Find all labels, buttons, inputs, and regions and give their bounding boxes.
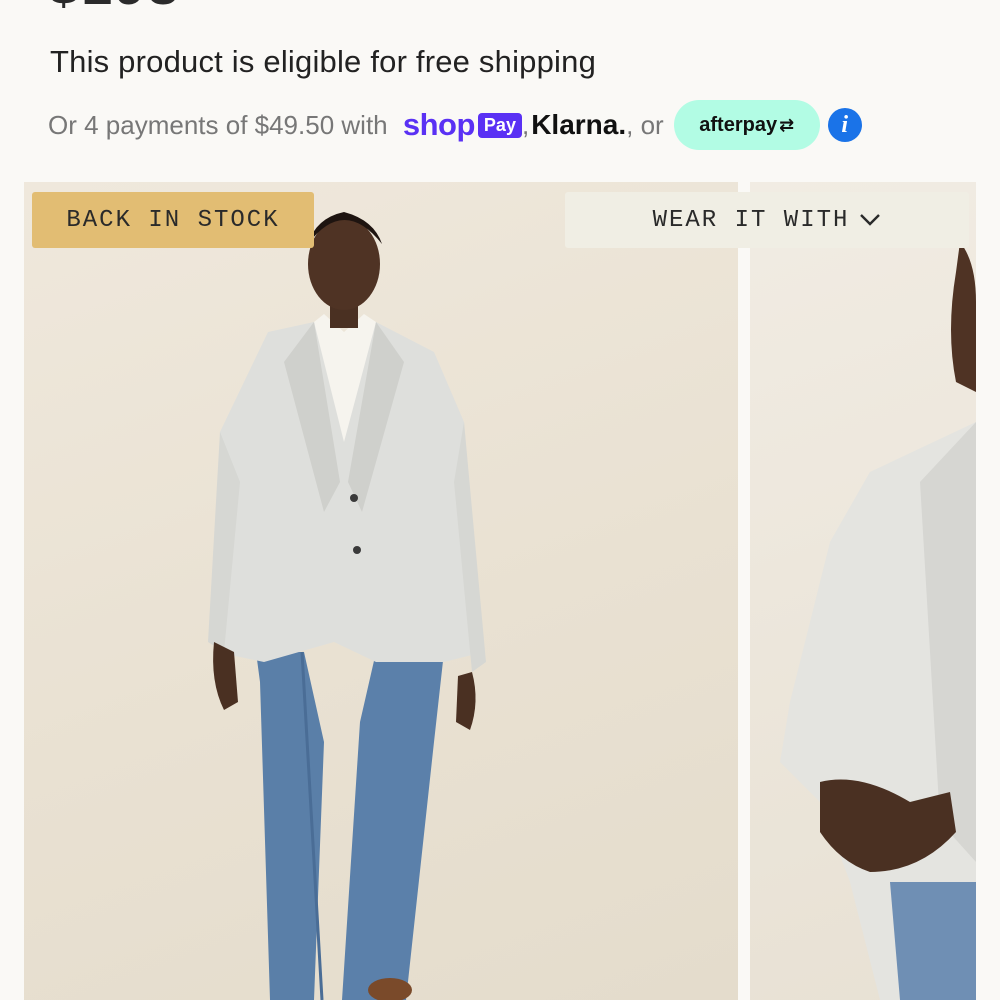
installment-text: Or 4 payments of $49.50 with — [48, 109, 395, 140]
chevron-down-icon — [859, 213, 881, 227]
free-shipping-text: This product is eligible for free shippi… — [50, 44, 597, 79]
product-photo-main[interactable]: BACK IN STOCK — [24, 182, 738, 1000]
back-in-stock-badge: BACK IN STOCK — [32, 192, 314, 248]
afterpay-badge[interactable]: afterpay ⇄ — [673, 100, 820, 150]
klarna-logo: Klarna. — [531, 109, 627, 140]
separator-comma: , — [521, 109, 530, 140]
product-photo-secondary[interactable] — [750, 182, 976, 1000]
model-illustration — [208, 212, 486, 1000]
separator-or: , or — [626, 109, 664, 140]
afterpay-arrows-icon: ⇄ — [779, 114, 795, 135]
shop-pay-logo: shop Pay — [403, 107, 522, 143]
product-price: $198 — [48, 0, 181, 17]
wear-it-with-label: WEAR IT WITH — [652, 206, 850, 234]
wear-it-with-button[interactable]: WEAR IT WITH — [565, 192, 969, 248]
installment-payments-row: Or 4 payments of $49.50 with shop Pay , … — [48, 100, 862, 150]
product-image-gallery[interactable]: BACK IN STOCK WEAR IT WITH — [24, 182, 1000, 1000]
model-closeup-illustration — [780, 242, 976, 1000]
afterpay-label: afterpay — [699, 113, 778, 136]
shop-pay-logo-pay: Pay — [477, 112, 522, 138]
shop-pay-logo-shop: shop — [402, 107, 476, 142]
info-icon[interactable]: i — [827, 108, 862, 142]
